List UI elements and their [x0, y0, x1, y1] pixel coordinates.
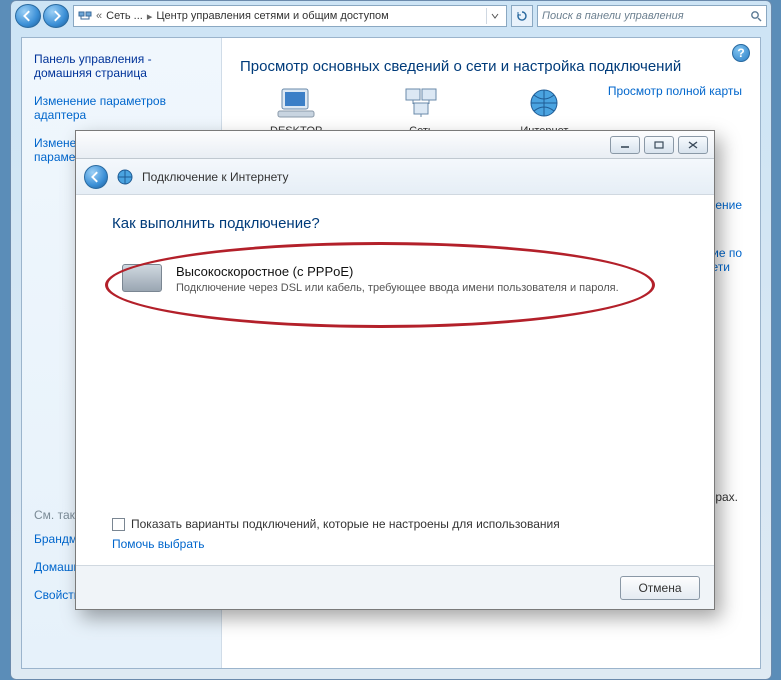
- network-devices-icon: [402, 87, 440, 121]
- cancel-button[interactable]: Отмена: [620, 576, 700, 600]
- help-choose-link[interactable]: Помочь выбрать: [112, 537, 678, 551]
- search-placeholder: Поиск в панели управления: [542, 10, 684, 22]
- address-dropdown[interactable]: [486, 8, 502, 24]
- checkbox-label: Показать варианты подключений, которые н…: [131, 517, 560, 531]
- globe-icon: [526, 87, 562, 121]
- page-heading: Просмотр основных сведений о сети и наст…: [240, 58, 742, 75]
- network-icon: [78, 9, 92, 23]
- close-button[interactable]: [678, 136, 708, 154]
- arrow-left-icon: [90, 171, 102, 183]
- text: параме: [34, 150, 75, 164]
- maximize-icon: [654, 141, 664, 149]
- refresh-button[interactable]: [511, 5, 533, 27]
- text: Измене: [34, 136, 76, 150]
- nav-back-button[interactable]: [15, 4, 41, 28]
- modem-icon: [122, 264, 162, 292]
- help-button[interactable]: ?: [732, 44, 750, 62]
- breadcrumb-sep: ▸: [147, 10, 153, 23]
- connect-to-internet-wizard: Подключение к Интернету Как выполнить по…: [75, 130, 715, 610]
- breadcrumb-item[interactable]: Сеть ...: [106, 10, 143, 22]
- wizard-header: Подключение к Интернету: [76, 159, 714, 195]
- view-full-map-link[interactable]: Просмотр полной карты: [608, 84, 742, 98]
- wizard-footer: Отмена: [76, 565, 714, 609]
- chevron-down-icon: [491, 12, 499, 20]
- wizard-back-button[interactable]: [84, 165, 108, 189]
- address-bar[interactable]: « Сеть ... ▸ Центр управления сетями и о…: [73, 5, 507, 27]
- option-title: Высокоскоростное (с PPPoE): [176, 264, 664, 279]
- change-adapter-link[interactable]: Изменение параметров адаптера: [34, 94, 209, 122]
- control-panel-home-link[interactable]: Панель управления - домашняя страница: [34, 52, 209, 80]
- wizard-title: Подключение к Интернету: [142, 170, 289, 184]
- maximize-button[interactable]: [644, 136, 674, 154]
- breadcrumb-prefix: «: [96, 10, 102, 22]
- breadcrumb-item[interactable]: Центр управления сетями и общим доступом: [156, 10, 388, 22]
- help-icon: ?: [737, 46, 744, 60]
- nav-buttons: [15, 4, 69, 28]
- search-input[interactable]: Поиск в панели управления: [537, 5, 767, 27]
- arrow-left-icon: [22, 10, 34, 22]
- globe-small-icon: [116, 168, 134, 186]
- nav-forward-button[interactable]: [43, 4, 69, 28]
- option-desc: Подключение через DSL или кабель, требую…: [176, 281, 664, 296]
- checkbox[interactable]: [112, 518, 125, 531]
- wizard-body: Как выполнить подключение? Высокоскорост…: [76, 195, 714, 565]
- close-icon: [688, 141, 698, 149]
- show-unconfigured-row[interactable]: Показать варианты подключений, которые н…: [112, 517, 678, 531]
- option-pppoe[interactable]: Высокоскоростное (с PPPoE) Подключение ч…: [112, 254, 678, 308]
- minimize-button[interactable]: [610, 136, 640, 154]
- arrow-right-icon: [50, 10, 62, 22]
- wizard-titlebar: [76, 131, 714, 159]
- titlebar: « Сеть ... ▸ Центр управления сетями и о…: [11, 1, 771, 31]
- computer-icon: [276, 87, 316, 121]
- wizard-lower: Показать варианты подключений, которые н…: [112, 517, 678, 551]
- wizard-question: Как выполнить подключение?: [112, 215, 678, 232]
- minimize-icon: [620, 141, 630, 149]
- search-icon: [750, 10, 762, 22]
- refresh-icon: [516, 10, 528, 22]
